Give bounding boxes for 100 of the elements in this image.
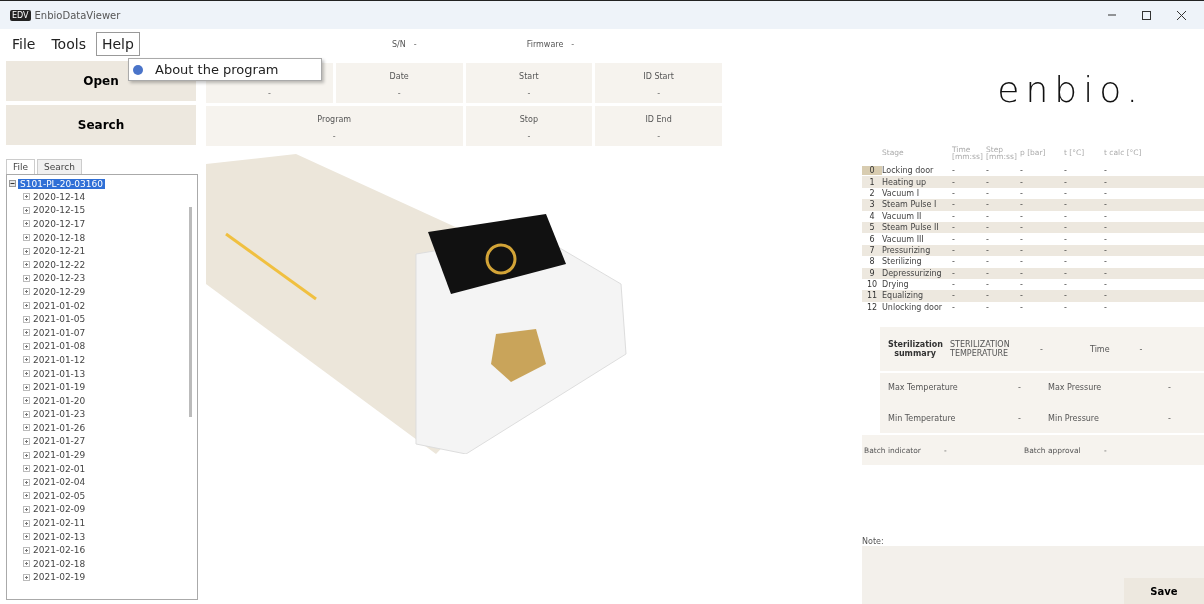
field-label: Min Temperature: [888, 414, 957, 424]
tree-item[interactable]: 2021-01-08: [33, 341, 86, 352]
expand-icon[interactable]: [23, 383, 30, 391]
row-number: 0: [862, 166, 882, 176]
tab[interactable]: File: [6, 159, 36, 174]
field-value: -: [1168, 383, 1172, 393]
tree-item[interactable]: 2020-12-18: [33, 232, 86, 243]
tree-item[interactable]: 2021-02-11: [33, 518, 86, 529]
tree-item[interactable]: 2020-12-15: [33, 205, 86, 216]
table-cell-text: -: [1020, 291, 1024, 301]
row-number: 8: [868, 257, 876, 267]
table-cell-text: -: [1104, 302, 1108, 312]
tree-item[interactable]: 2021-02-18: [33, 558, 86, 569]
expand-icon[interactable]: [23, 220, 30, 228]
app-icon: EDV: [10, 9, 31, 21]
scrollbar-thumb[interactable]: [188, 207, 192, 417]
tree-item[interactable]: 2020-12-29: [33, 286, 86, 297]
tree-item[interactable]: 2021-01-19: [33, 382, 86, 393]
expand-icon[interactable]: [23, 478, 30, 486]
tree-item[interactable]: 2021-01-07: [33, 327, 86, 338]
tree-item[interactable]: 2021-01-13: [33, 368, 86, 379]
table-cell-text: -: [1020, 177, 1024, 187]
expand-icon[interactable]: [23, 397, 30, 405]
menu-item[interactable]: File: [6, 32, 42, 56]
tree-item[interactable]: S101-PL-20-03160: [18, 178, 105, 189]
note-field[interactable]: Save: [862, 546, 1204, 604]
expand-icon[interactable]: [23, 505, 30, 513]
tree-item[interactable]: 2021-02-09: [33, 504, 86, 515]
expand-icon[interactable]: [23, 193, 30, 201]
tree-item[interactable]: 2020-12-14: [33, 191, 86, 202]
tree-item[interactable]: 2021-01-26: [33, 422, 86, 433]
table-cell-text: -: [986, 268, 990, 278]
table-cell-text: -: [952, 257, 956, 267]
expand-icon[interactable]: [23, 533, 30, 541]
expand-icon[interactable]: [23, 573, 30, 581]
table-cell-text: -: [986, 188, 990, 198]
expand-icon[interactable]: [23, 356, 30, 364]
tree-item[interactable]: 2021-02-04: [33, 477, 86, 488]
expand-icon[interactable]: [23, 451, 30, 459]
field-label: Date: [389, 72, 409, 81]
tree-item[interactable]: 2020-12-22: [33, 259, 86, 270]
table-cell-text: -: [986, 291, 990, 301]
tree-item[interactable]: 2020-12-23: [33, 273, 86, 284]
tree-item[interactable]: 2021-02-16: [33, 545, 86, 556]
table-cell-text: -: [986, 280, 990, 290]
expand-icon[interactable]: [23, 261, 30, 269]
table-cell-text: -: [1104, 280, 1108, 290]
tree-item[interactable]: 2020-12-17: [33, 219, 86, 229]
tab[interactable]: Search: [37, 159, 82, 174]
row-number: 12: [865, 302, 879, 312]
field-value: -: [527, 89, 531, 98]
expand-icon[interactable]: [23, 288, 30, 296]
expand-icon[interactable]: [23, 410, 30, 418]
tree-item[interactable]: 2021-01-29: [33, 450, 86, 461]
expand-icon[interactable]: [23, 438, 30, 445]
expand-icon[interactable]: [23, 492, 30, 500]
expand-icon[interactable]: [23, 206, 30, 214]
save-button[interactable]: Save: [1124, 578, 1204, 604]
expand-icon[interactable]: [23, 465, 30, 473]
collapse-icon[interactable]: [9, 180, 16, 187]
expand-icon[interactable]: [23, 274, 30, 282]
table-cell-text: -: [1104, 223, 1108, 233]
table-cell-text: -: [1020, 211, 1024, 221]
tree-item[interactable]: 2021-01-20: [33, 395, 86, 406]
tree-item[interactable]: 2021-02-19: [33, 572, 86, 583]
expand-icon[interactable]: [23, 234, 30, 242]
expand-icon[interactable]: [23, 370, 30, 377]
tree-item[interactable]: 2021-01-02: [33, 300, 86, 311]
expand-icon[interactable]: [23, 247, 30, 255]
table-cell-text: -: [952, 200, 956, 210]
table-cell-text: -: [986, 200, 990, 210]
table-cell-text: -: [1020, 166, 1024, 176]
table-cell-text: -: [1064, 188, 1068, 198]
tree-item[interactable]: 2021-01-12: [33, 354, 86, 365]
search-button[interactable]: Search: [6, 105, 196, 145]
expand-icon[interactable]: [23, 342, 30, 350]
tree-item[interactable]: 2020-12-21: [33, 246, 86, 257]
table-cell-text: -: [952, 211, 956, 221]
close-icon[interactable]: [1177, 10, 1186, 20]
tree-item[interactable]: 2021-02-13: [33, 531, 86, 542]
expand-icon[interactable]: [23, 519, 30, 527]
maximize-icon[interactable]: [1142, 10, 1151, 20]
table-cell-text: -: [1064, 280, 1068, 290]
expand-icon[interactable]: [23, 546, 30, 554]
field-value: -: [571, 39, 575, 49]
expand-icon[interactable]: [23, 329, 30, 337]
tree-item[interactable]: 2021-02-05: [33, 490, 86, 501]
expand-icon[interactable]: [23, 560, 30, 568]
expand-icon[interactable]: [23, 302, 30, 310]
table-cell-text: -: [1104, 200, 1108, 210]
menu-item[interactable]: Help: [95, 32, 140, 56]
table-cell-text: -: [1064, 291, 1068, 301]
logo: enbio.: [997, 69, 1144, 112]
tree-item[interactable]: 2021-02-01: [33, 463, 86, 474]
tree-item[interactable]: 2021-01-23: [33, 409, 86, 420]
tree-item[interactable]: 2021-01-27: [33, 436, 86, 447]
expand-icon[interactable]: [23, 424, 30, 432]
tree-item[interactable]: 2021-01-05: [33, 314, 86, 325]
menu-item[interactable]: Tools: [45, 32, 92, 56]
expand-icon[interactable]: [23, 315, 30, 323]
